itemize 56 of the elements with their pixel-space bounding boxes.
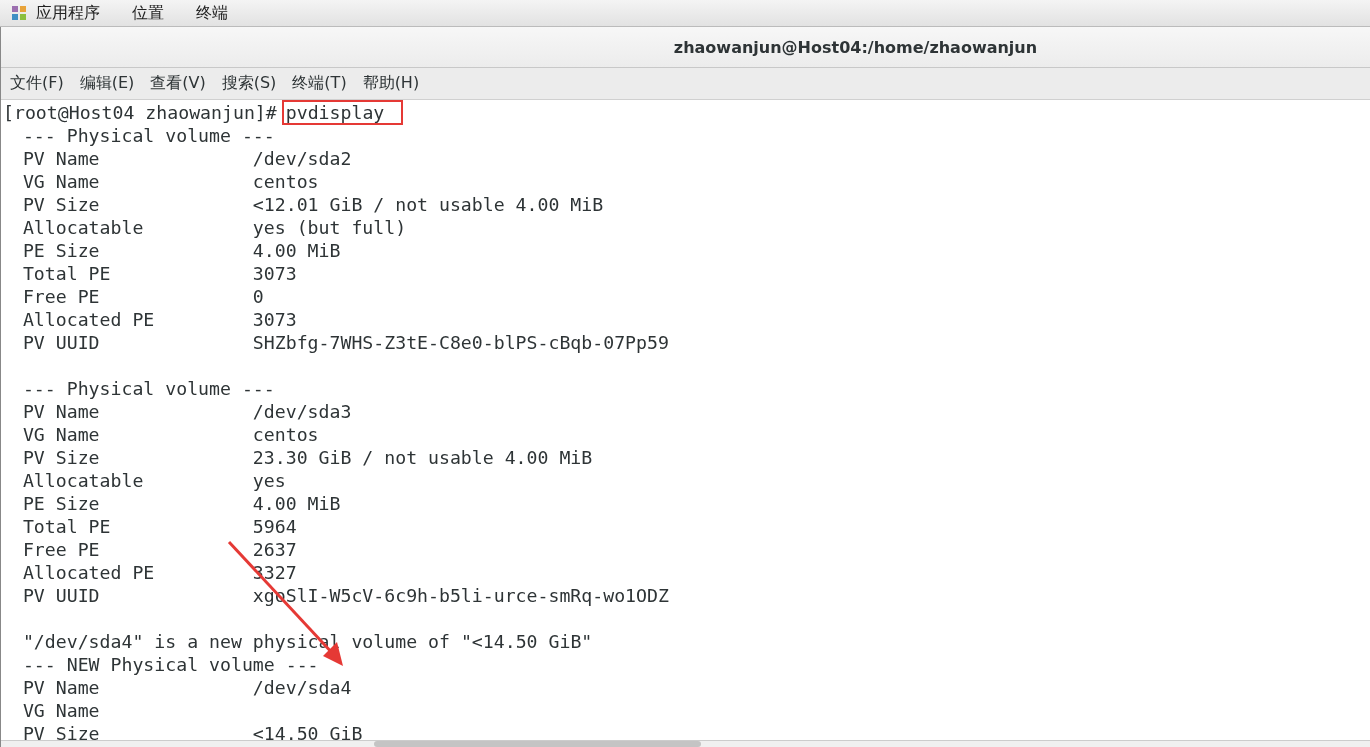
- field-value: yes: [252, 469, 286, 492]
- top-menu-item[interactable]: 终端: [196, 2, 242, 24]
- top-menu-item[interactable]: 位置: [132, 2, 178, 24]
- field-value: 23.30 GiB / not usable 4.00 MiB: [252, 446, 593, 469]
- field-label: PV UUID: [21, 331, 101, 354]
- field-label: Free PE: [21, 285, 101, 308]
- field-value: centos: [252, 423, 319, 446]
- field-label: Free PE: [21, 538, 101, 561]
- window-title: zhaowanjun@Host04:/home/zhaowanjun: [673, 37, 1038, 57]
- menu-item[interactable]: 查看(V): [150, 73, 206, 94]
- menu-item[interactable]: 终端(T): [292, 73, 347, 94]
- field-label: Allocated PE: [21, 561, 156, 584]
- menu-item[interactable]: 搜索(S): [221, 73, 277, 94]
- field-label: PV UUID: [21, 584, 101, 607]
- field-value: 5964: [252, 515, 297, 538]
- field-label: PV Size: [21, 446, 101, 469]
- field-value: <12.01 GiB / not usable 4.00 MiB: [252, 193, 604, 216]
- field-value: 4.00 MiB: [252, 239, 341, 262]
- field-label: PV Name: [21, 147, 101, 170]
- field-label: Total PE: [21, 262, 112, 285]
- top-menu-item[interactable]: 应用程序: [36, 2, 114, 24]
- field-value: centos: [252, 170, 319, 193]
- output-line: --- Physical volume ---: [21, 124, 275, 147]
- field-value: <14.50 GiB: [252, 722, 363, 740]
- field-value: /dev/sda4: [252, 676, 352, 699]
- field-label: Allocatable: [21, 469, 145, 492]
- field-label: PE Size: [21, 492, 101, 515]
- field-value: 4.00 MiB: [252, 492, 341, 515]
- field-value: 2637: [252, 538, 297, 561]
- field-value: SHZbfg-7WHS-Z3tE-C8e0-blPS-cBqb-07Pp59: [252, 331, 669, 354]
- field-label: VG Name: [21, 423, 101, 446]
- field-value: /dev/sda2: [252, 147, 352, 170]
- app-logo-icon[interactable]: [10, 4, 28, 22]
- field-label: PV Name: [21, 676, 101, 699]
- field-value: yes (but full): [252, 216, 407, 239]
- output-line: --- Physical volume ---: [21, 377, 275, 400]
- field-label: PV Size: [21, 193, 101, 216]
- field-label: Allocated PE: [21, 308, 156, 331]
- prompt-text: [root@Host04 zhaowanjun]#: [2, 101, 277, 124]
- menu-item[interactable]: 编辑(E): [79, 73, 135, 94]
- field-label: PV Name: [21, 400, 101, 423]
- menu-item[interactable]: 文件(F): [10, 73, 64, 94]
- scrollbar-thumb[interactable]: [374, 741, 701, 747]
- field-value: 3073: [252, 262, 297, 285]
- field-value: 3073: [252, 308, 297, 331]
- field-label: Allocatable: [21, 216, 145, 239]
- field-label: Total PE: [21, 515, 112, 538]
- field-value: 0: [252, 285, 264, 308]
- output-line: --- NEW Physical volume ---: [21, 653, 319, 676]
- field-label: VG Name: [21, 699, 101, 722]
- field-label: PV Size: [21, 722, 101, 740]
- command-text: pvdisplay: [282, 101, 403, 124]
- field-label: PE Size: [21, 239, 101, 262]
- menu-item[interactable]: 帮助(H): [362, 73, 420, 94]
- field-value: /dev/sda3: [252, 400, 352, 423]
- field-label: VG Name: [21, 170, 101, 193]
